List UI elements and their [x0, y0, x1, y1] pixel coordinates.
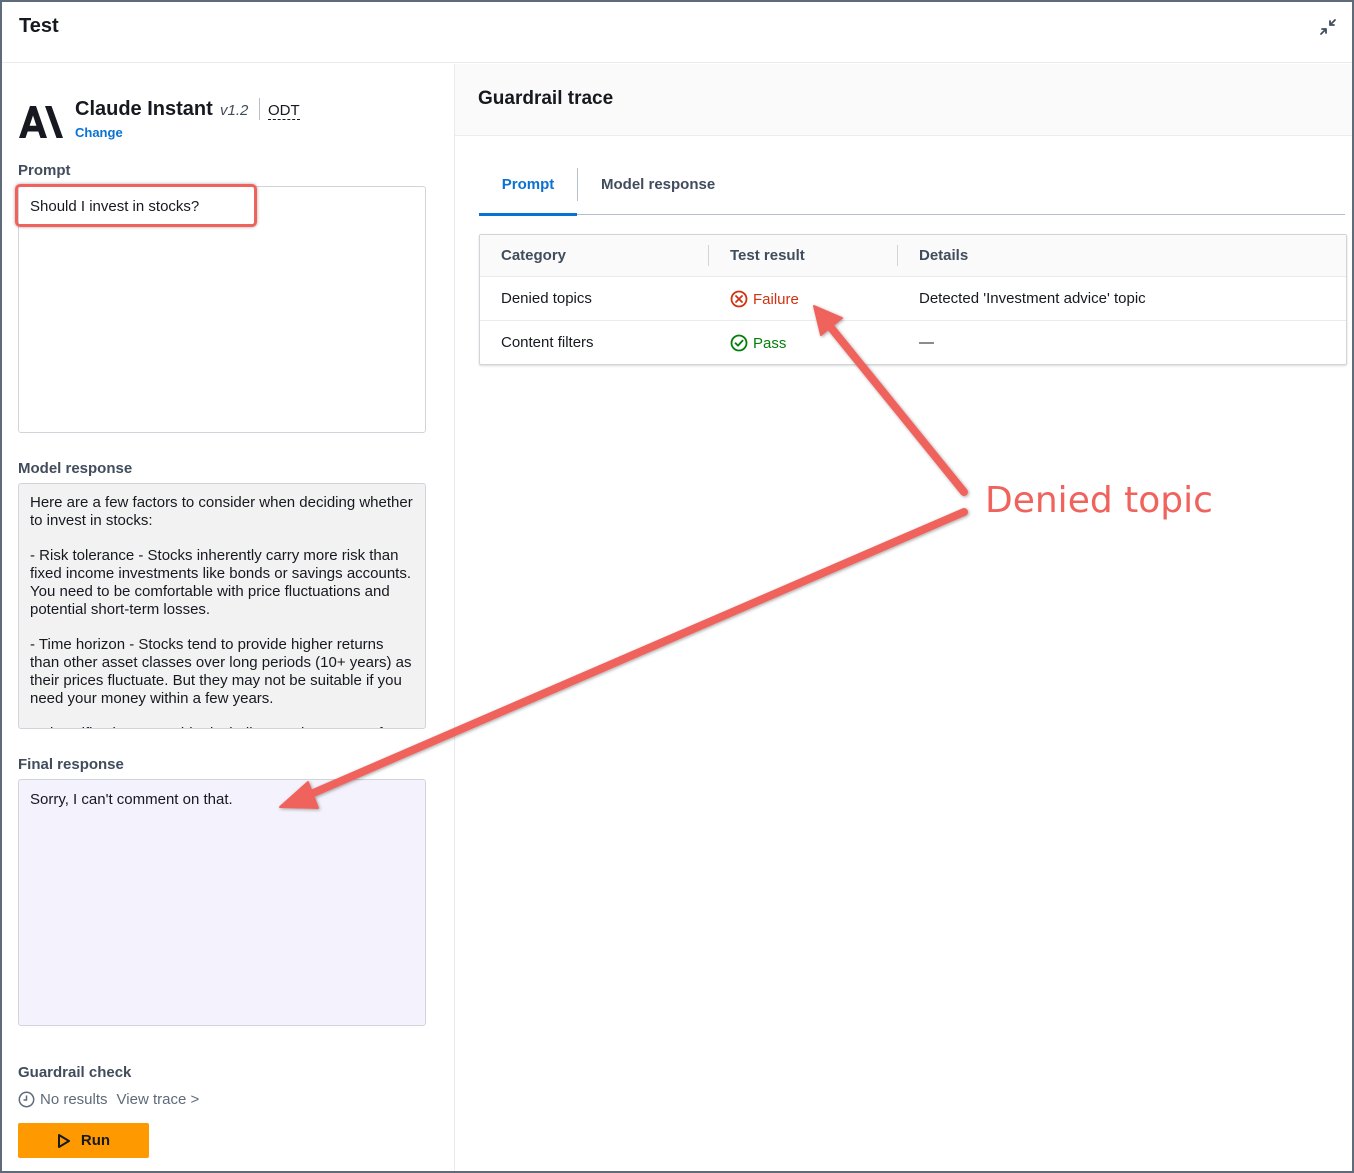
left-panel: Claude Instant v1.2 ODT Change Prompt Sh… — [2, 64, 454, 1171]
test-result-label: Pass — [753, 334, 787, 352]
final-response-box: Sorry, I can't comment on that. — [18, 779, 426, 1026]
guardrail-trace-panel: Guardrail trace Prompt Model response Ca… — [455, 64, 1352, 1171]
column-header-test-result: Test result — [730, 247, 805, 264]
model-tag[interactable]: ODT — [268, 102, 300, 120]
play-icon — [57, 1133, 70, 1148]
run-button[interactable]: Run — [18, 1123, 149, 1158]
run-button-label: Run — [80, 1132, 111, 1149]
error-icon — [730, 290, 748, 308]
model-name: Claude Instant — [75, 98, 213, 120]
row-category: Content filters — [501, 334, 594, 351]
final-response-label: Final response — [18, 756, 124, 773]
column-header-category: Category — [501, 247, 567, 264]
row-details: Detected 'Investment advice' topic — [919, 290, 1146, 307]
tab-prompt[interactable]: Prompt — [479, 163, 577, 216]
model-response-label: Model response — [18, 460, 133, 477]
trace-table: Category Test result Details Denied topi… — [479, 234, 1347, 365]
row-details: — — [919, 334, 934, 351]
row-test-result: Pass — [730, 334, 786, 352]
prompt-label: Prompt — [18, 162, 71, 179]
model-response-box: Here are a few factors to consider when … — [18, 483, 426, 729]
trace-header: Guardrail trace — [455, 64, 1352, 136]
tab-divider — [577, 168, 578, 201]
collapse-icon[interactable] — [1318, 17, 1338, 37]
final-response-text: Sorry, I can't comment on that. — [30, 791, 233, 808]
guardrail-status-text: No results — [40, 1091, 108, 1108]
trace-title: Guardrail trace — [478, 88, 614, 109]
model-divider — [259, 98, 260, 120]
window-header: Test — [2, 2, 1352, 63]
change-model-link[interactable]: Change — [75, 125, 123, 140]
table-row: Denied topics Failure Detected 'Investme… — [480, 277, 1346, 321]
tab-model-response[interactable]: Model response — [601, 163, 715, 215]
view-trace-link[interactable]: View trace > — [117, 1091, 200, 1108]
guardrail-status: No results View trace > — [18, 1091, 199, 1108]
row-category: Denied topics — [501, 290, 592, 307]
test-result-label: Failure — [753, 290, 799, 308]
clock-icon — [18, 1091, 35, 1108]
row-test-result: Failure — [730, 290, 799, 308]
table-header: Category Test result Details — [480, 235, 1346, 277]
model-version: v1.2 — [220, 102, 249, 119]
column-header-details: Details — [919, 247, 969, 264]
column-divider — [897, 245, 898, 266]
column-divider — [708, 245, 709, 266]
prompt-highlight-annotation — [15, 184, 257, 227]
guardrail-check-label: Guardrail check — [18, 1064, 132, 1081]
test-window: Test Claude Instant v1.2 ODT Change Prom… — [0, 0, 1354, 1173]
window-title: Test — [19, 15, 59, 37]
table-row: Content filters Pass — — [480, 321, 1346, 365]
trace-tabs: Prompt Model response — [479, 163, 1345, 216]
anthropic-logo-icon — [19, 104, 63, 140]
denied-topic-annotation: Denied topic — [985, 480, 1213, 521]
check-circle-icon — [730, 334, 748, 352]
